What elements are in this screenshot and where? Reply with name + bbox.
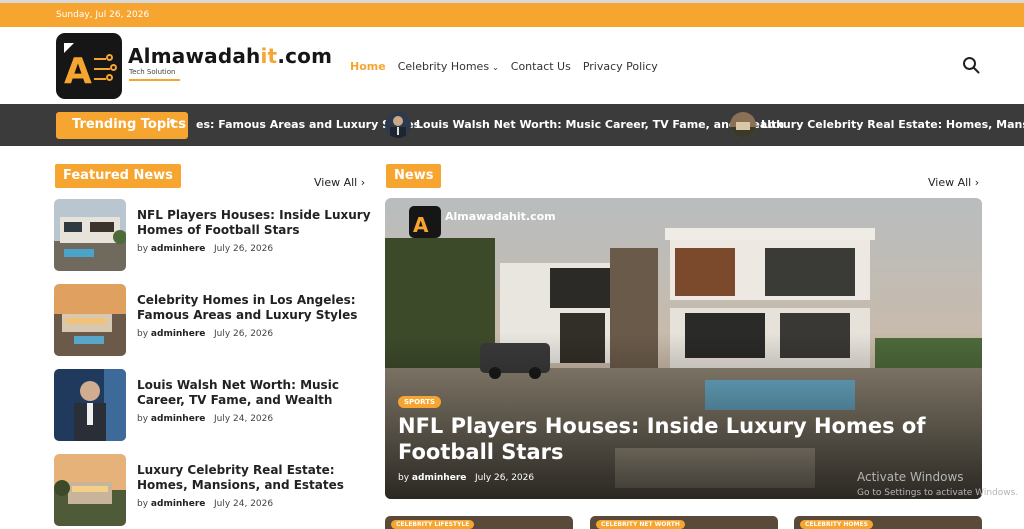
news-view-all-link[interactable]: View All ›: [928, 176, 979, 189]
site-header: A Almawadahit.com Tech Solution Home Cel…: [0, 27, 1024, 104]
featured-item-title[interactable]: NFL Players Houses: Inside Luxury Homes …: [137, 208, 372, 238]
svg-text:A: A: [413, 213, 429, 237]
chevron-down-icon: ⌄: [492, 63, 499, 72]
chevron-right-icon: ›: [974, 176, 980, 189]
hero-title[interactable]: NFL Players Houses: Inside Luxury Homes …: [398, 413, 978, 465]
activate-windows-line1: Activate Windows: [857, 470, 964, 484]
trending-label: Trending Topics: [56, 112, 188, 139]
ticker-thumb-avatar: [385, 112, 411, 138]
nav-home[interactable]: Home: [350, 60, 386, 73]
featured-thumb-real-estate: [54, 454, 126, 526]
chevron-right-icon: ›: [360, 176, 366, 189]
nav-celebrity-homes[interactable]: Celebrity Homes ⌄: [398, 60, 499, 73]
featured-item[interactable]: NFL Players Houses: Inside Luxury Homes …: [54, 199, 374, 273]
featured-item-meta: by adminhere July 24, 2026: [137, 414, 274, 424]
activate-windows-line2: Go to Settings to activate Windows.: [857, 488, 1019, 498]
featured-item[interactable]: Celebrity Homes in Los Angeles: Famous A…: [54, 284, 374, 358]
logo-letter: A: [64, 51, 92, 92]
ticker-item[interactable]: Louis Walsh Net Worth: Music Career, TV …: [416, 118, 784, 131]
top-bar: Sunday, Jul 26, 2026: [0, 0, 1024, 27]
featured-item[interactable]: Louis Walsh Net Worth: Music Career, TV …: [54, 369, 374, 443]
site-logo[interactable]: A: [56, 33, 122, 99]
ticker-thumb-house: [730, 112, 756, 138]
card-category-badge[interactable]: CELEBRITY HOMES: [800, 520, 873, 529]
featured-thumb-la-mansion: [54, 284, 126, 356]
nav-contact-us[interactable]: Contact Us: [511, 60, 571, 73]
hero-category-badge[interactable]: SPORTS: [398, 396, 442, 408]
news-heading: News: [386, 164, 442, 188]
featured-item-title[interactable]: Louis Walsh Net Worth: Music Career, TV …: [137, 378, 372, 408]
featured-item-meta: by adminhere July 24, 2026: [137, 499, 274, 509]
hero-meta: by adminhere July 26, 2026: [398, 473, 535, 483]
brand-name[interactable]: Almawadahit.com: [128, 44, 332, 68]
featured-thumb-louis-walsh: [54, 369, 126, 441]
card-category-badge[interactable]: CELEBRITY LIFESTYLE: [391, 520, 475, 529]
news-card[interactable]: CELEBRITY HOMES: [794, 516, 982, 529]
hero-article[interactable]: A Almawadahit.com SPORTS NFL Players Hou…: [385, 198, 982, 499]
trending-ticker: Trending Topics es: Famous Areas and Lux…: [0, 104, 1024, 146]
featured-item-meta: by adminhere July 26, 2026: [137, 244, 274, 254]
featured-news-heading: Featured News: [55, 164, 181, 188]
main-nav: Home Celebrity Homes ⌄ Contact Us Privacy…: [350, 60, 658, 73]
news-card[interactable]: CELEBRITY NET WORTH: [590, 516, 778, 529]
news-card[interactable]: CELEBRITY LIFESTYLE: [385, 516, 573, 529]
ticker-item[interactable]: Luxury Celebrity Real Estate: Homes, Man…: [761, 118, 1024, 131]
search-icon[interactable]: [962, 56, 980, 74]
featured-thumb-modern-house: [54, 199, 126, 271]
card-category-badge[interactable]: CELEBRITY NET WORTH: [596, 520, 685, 529]
featured-item-title[interactable]: Luxury Celebrity Real Estate: Homes, Man…: [137, 463, 372, 493]
nav-privacy-policy[interactable]: Privacy Policy: [583, 60, 658, 73]
featured-view-all-link[interactable]: View All ›: [314, 176, 365, 189]
featured-item[interactable]: Luxury Celebrity Real Estate: Homes, Man…: [54, 454, 374, 528]
current-date: Sunday, Jul 26, 2026: [56, 10, 150, 20]
tagline-underline: [129, 79, 180, 81]
featured-item-title[interactable]: Celebrity Homes in Los Angeles: Famous A…: [137, 293, 372, 323]
featured-item-meta: by adminhere July 26, 2026: [137, 329, 274, 339]
brand-tagline: Tech Solution: [129, 68, 176, 76]
hero-watermark-text: Almawadahit.com: [445, 210, 556, 223]
dot-icon: [170, 119, 175, 124]
